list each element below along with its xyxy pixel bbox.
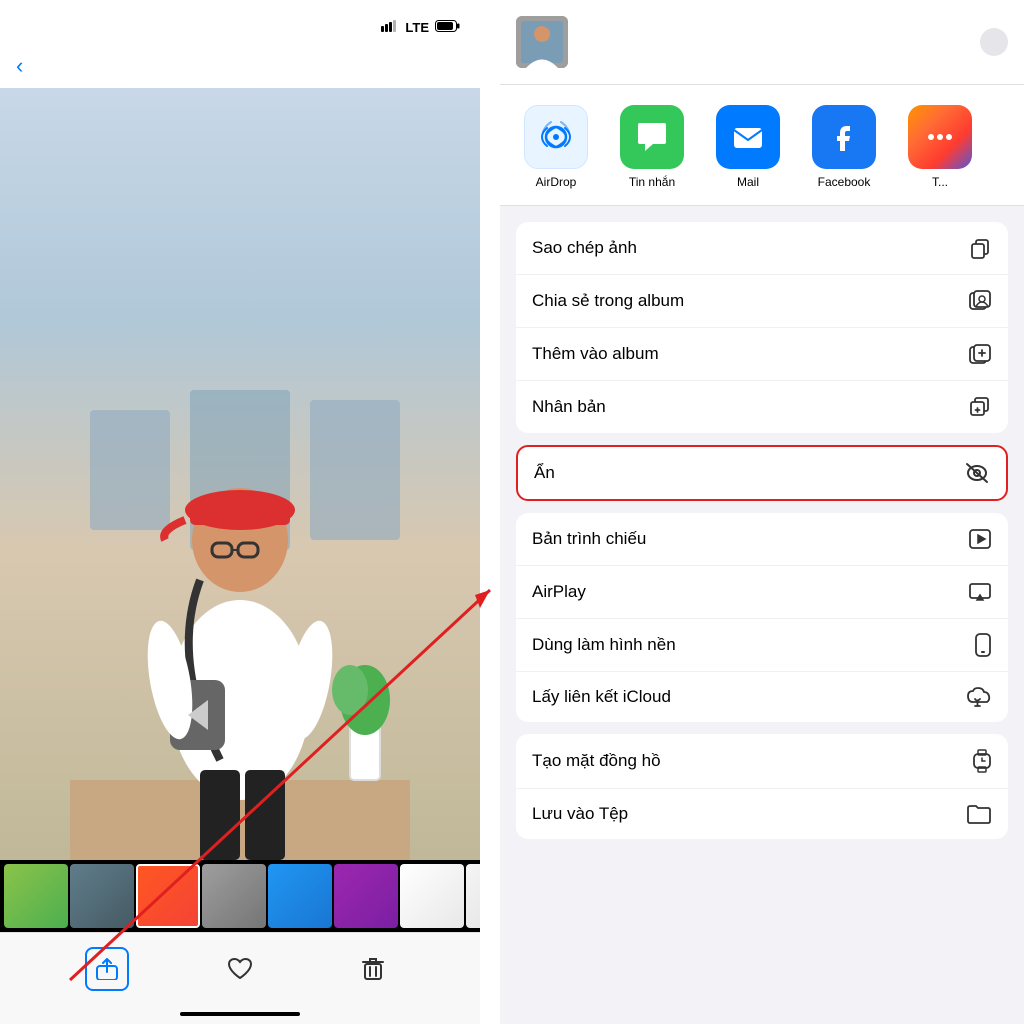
phone-icon bbox=[974, 633, 992, 657]
airdrop-icon-bg bbox=[524, 105, 588, 169]
mail-icon bbox=[729, 118, 767, 156]
app-icons-row: AirDrop Tin nhắn Mail bbox=[500, 85, 1024, 206]
action-section-2: Ẩn bbox=[516, 445, 1008, 501]
airplay-icon bbox=[968, 580, 992, 604]
wallpaper-label: Dùng làm hình nền bbox=[532, 635, 676, 655]
app-icon-more[interactable]: T... bbox=[900, 105, 980, 189]
action-watch-face[interactable]: Tạo mặt đồng hồ bbox=[516, 734, 1008, 789]
action-add-album[interactable]: Thêm vào album bbox=[516, 328, 1008, 381]
add-album-icon bbox=[968, 342, 992, 366]
action-section-3: Bản trình chiếu AirPlay Dùng làm hình nề… bbox=[516, 513, 1008, 722]
facebook-icon bbox=[825, 118, 863, 156]
back-icon: ‹ bbox=[16, 53, 23, 79]
bottom-toolbar bbox=[0, 932, 480, 1004]
thumbnail-5[interactable] bbox=[268, 864, 332, 928]
share-close-button[interactable] bbox=[980, 28, 1008, 56]
action-hide[interactable]: Ẩn bbox=[518, 447, 1006, 499]
copy-icon bbox=[968, 236, 992, 260]
eye-off-icon bbox=[964, 461, 990, 485]
thumbnail-3-selected[interactable] bbox=[136, 864, 200, 928]
folder-icon bbox=[966, 803, 992, 825]
app-icon-facebook[interactable]: Facebook bbox=[804, 105, 884, 189]
left-panel: LTE ‹ bbox=[0, 0, 480, 1024]
watch-face-label: Tạo mặt đồng hồ bbox=[532, 751, 661, 771]
share-button[interactable] bbox=[85, 947, 129, 991]
back-button[interactable]: ‹ bbox=[16, 53, 23, 79]
photo-figure bbox=[0, 88, 480, 860]
airplay-label: AirPlay bbox=[532, 582, 586, 602]
heart-button[interactable] bbox=[218, 947, 262, 991]
facebook-label: Facebook bbox=[818, 175, 871, 189]
share-header bbox=[500, 0, 1024, 85]
status-icons: LTE bbox=[381, 20, 460, 35]
more-icon-bg bbox=[908, 105, 972, 169]
photo-person-svg bbox=[70, 380, 410, 860]
duplicate-label: Nhân bản bbox=[532, 397, 606, 417]
share-sheet: AirDrop Tin nhắn Mail bbox=[500, 0, 1024, 1024]
home-indicator bbox=[0, 1004, 480, 1024]
thumbnail-strip bbox=[0, 860, 480, 932]
app-icon-airdrop[interactable]: AirDrop bbox=[516, 105, 596, 189]
photo-main bbox=[0, 88, 480, 860]
facebook-icon-bg bbox=[812, 105, 876, 169]
nav-bar: ‹ bbox=[0, 44, 480, 88]
network-label: LTE bbox=[405, 20, 429, 35]
share-album-label: Chia sẻ trong album bbox=[532, 291, 684, 311]
thumbnail-4[interactable] bbox=[202, 864, 266, 928]
thumbnail-7[interactable] bbox=[400, 864, 464, 928]
more-label: T... bbox=[932, 175, 948, 189]
delete-button[interactable] bbox=[351, 947, 395, 991]
messages-icon-bg bbox=[620, 105, 684, 169]
action-duplicate[interactable]: Nhân bản bbox=[516, 381, 1008, 433]
share-thumbnail bbox=[516, 16, 568, 68]
icloud-link-label: Lấy liên kết iCloud bbox=[532, 687, 671, 707]
slideshow-label: Bản trình chiếu bbox=[532, 529, 646, 549]
action-wallpaper[interactable]: Dùng làm hình nền bbox=[516, 619, 1008, 672]
app-icon-messages[interactable]: Tin nhắn bbox=[612, 105, 692, 189]
thumbnail-1[interactable] bbox=[4, 864, 68, 928]
more-icon bbox=[921, 118, 959, 156]
action-icloud-link[interactable]: Lấy liên kết iCloud bbox=[516, 672, 1008, 722]
action-save-files[interactable]: Lưu vào Tệp bbox=[516, 789, 1008, 839]
share-album-icon bbox=[968, 289, 992, 313]
airdrop-label: AirDrop bbox=[536, 175, 577, 189]
cloud-link-icon bbox=[966, 686, 992, 708]
thumbnail-6[interactable] bbox=[334, 864, 398, 928]
airdrop-icon bbox=[537, 118, 575, 156]
action-list: Sao chép ảnh Chia sẻ trong album Thêm và… bbox=[500, 206, 1024, 1024]
mail-icon-bg bbox=[716, 105, 780, 169]
mail-label: Mail bbox=[737, 175, 759, 189]
copy-photo-label: Sao chép ảnh bbox=[532, 238, 637, 258]
hide-label: Ẩn bbox=[534, 463, 555, 483]
action-section-4: Tạo mặt đồng hồ Lưu vào Tệp bbox=[516, 734, 1008, 839]
action-slideshow[interactable]: Bản trình chiếu bbox=[516, 513, 1008, 566]
share-icon bbox=[96, 958, 118, 980]
action-airplay[interactable]: AirPlay bbox=[516, 566, 1008, 619]
trash-icon bbox=[362, 957, 384, 981]
add-album-label: Thêm vào album bbox=[532, 344, 659, 364]
home-bar bbox=[180, 1012, 300, 1016]
action-copy-photo[interactable]: Sao chép ảnh bbox=[516, 222, 1008, 275]
battery-icon bbox=[435, 20, 460, 35]
watch-icon bbox=[972, 748, 992, 774]
messages-label: Tin nhắn bbox=[629, 175, 675, 189]
app-icon-mail[interactable]: Mail bbox=[708, 105, 788, 189]
heart-icon bbox=[227, 957, 253, 981]
signal-icon bbox=[381, 20, 399, 35]
duplicate-icon bbox=[968, 395, 992, 419]
thumbnail-8[interactable] bbox=[466, 864, 480, 928]
action-section-1: Sao chép ảnh Chia sẻ trong album Thêm và… bbox=[516, 222, 1008, 433]
action-share-album[interactable]: Chia sẻ trong album bbox=[516, 275, 1008, 328]
save-files-label: Lưu vào Tệp bbox=[532, 804, 628, 824]
messages-icon bbox=[633, 118, 671, 156]
status-bar: LTE bbox=[0, 0, 480, 44]
thumbnail-2[interactable] bbox=[70, 864, 134, 928]
play-icon bbox=[968, 527, 992, 551]
